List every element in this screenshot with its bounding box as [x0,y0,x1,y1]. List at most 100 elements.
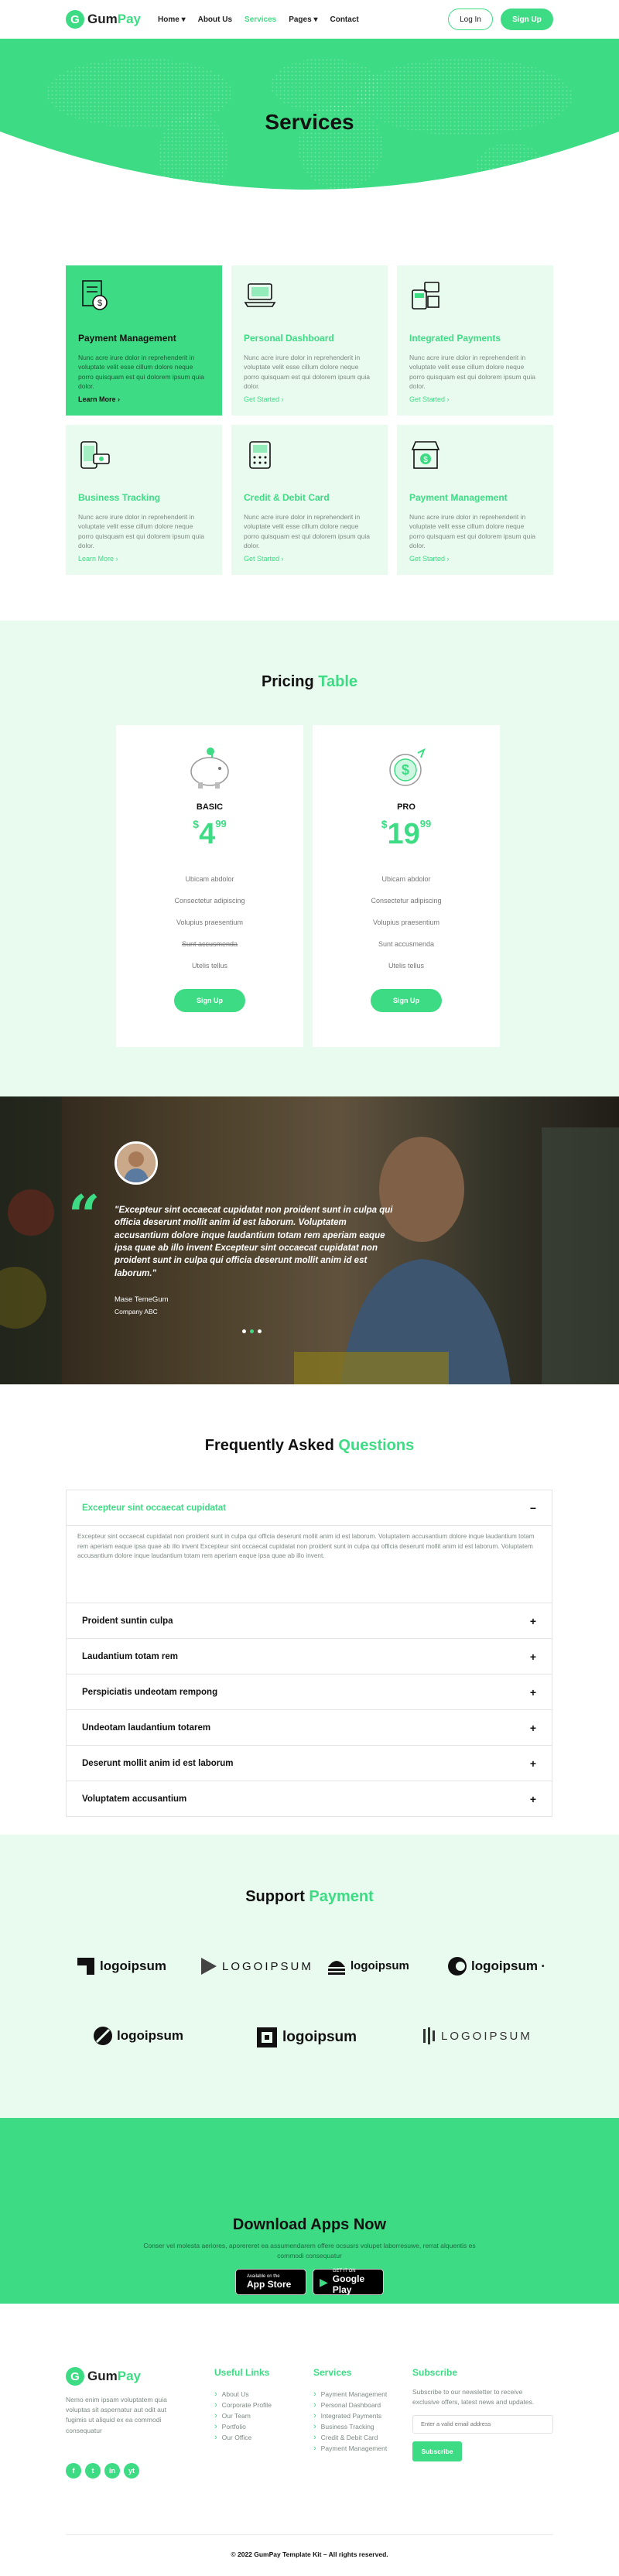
footer-link[interactable]: Corporate Profile [214,2400,272,2410]
testimonial-quote: "Excepteur sint occaecat cupidatat non p… [115,1206,393,1278]
card-terminal-icon [249,441,271,469]
plan-signup-button[interactable]: Sign Up [371,989,442,1012]
partner-logo-icon [423,2027,435,2044]
plan-feature: Ubicam abdolor [381,875,431,883]
logo-icon: G [66,2367,84,2386]
service-card[interactable]: $ Payment Management Nunc acre irure dol… [397,425,553,575]
service-title: Personal Dashboard [244,333,334,344]
partner-logo: logoipsum [76,1956,166,1976]
partner-logo: logoipsum • [447,1956,544,1976]
service-link[interactable]: Get Started › [244,555,284,563]
partner-logo-icon [448,1957,467,1976]
nav-item-about[interactable]: About Us [198,15,232,24]
chevron-right-icon: › [446,555,450,563]
service-card[interactable]: $ Payment Management Nunc acre irure dol… [66,265,222,416]
nav-item-contact[interactable]: Contact [330,15,358,24]
partner-logo: LOGOIPSUM [422,2026,532,2046]
facebook-icon[interactable]: f [66,2463,81,2479]
footer-link[interactable]: Integrated Payments [313,2410,387,2421]
piggy-bank-icon [190,747,229,789]
service-card[interactable]: Business Tracking Nunc acre irure dolor … [66,425,222,575]
service-link[interactable]: Learn More › [78,555,118,563]
footer-link[interactable]: Our Office [214,2432,272,2443]
service-card[interactable]: Personal Dashboard Nunc acre irure dolor… [231,265,388,416]
footer-link[interactable]: Our Team [214,2410,272,2421]
faq-question[interactable]: Excepteur sint occaecat cupidatat − [67,1490,552,1526]
login-button[interactable]: Log In [448,9,493,30]
footer-link[interactable]: Personal Dashboard [313,2400,387,2410]
partner-logo-icon [201,1958,217,1975]
footer-link[interactable]: Payment Management [313,2389,388,2400]
plan-signup-button[interactable]: Sign Up [174,989,245,1012]
signup-button[interactable]: Sign Up [501,9,553,30]
service-text: Nunc acre irure dolor in reprehenderit i… [78,513,205,549]
logo[interactable]: G GumPay [66,10,141,29]
faq-list: Proident suntin culpa + Laudantium totam … [66,1603,552,1817]
document-icon: $ [82,280,108,310]
twitter-icon[interactable]: t [85,2463,101,2479]
faq-answer: Excepteur sint occaecat cupidatat non pr… [77,1533,535,1560]
service-text: Nunc acre irure dolor in reprehenderit i… [78,354,205,390]
partner-logo-icon [328,1961,345,1975]
logo-text: GumPay [87,12,141,26]
partner-logo: logoipsum [255,2026,357,2049]
subscribe-button[interactable]: Subscribe [412,2441,462,2461]
faq-item[interactable]: Voluptatem accusantium + [66,1781,552,1817]
plus-icon: + [529,1614,536,1627]
faq-item[interactable]: Perspiciatis undeotam rempong + [66,1675,552,1710]
footer-divider [66,2534,553,2535]
footer-about: Nemo enim ipsam voluptatem quia voluptas… [66,2396,167,2434]
carousel-dots [242,1329,262,1333]
support-title: Support Payment [245,1888,374,1905]
service-text: Nunc acre irure dolor in reprehenderit i… [409,513,536,549]
service-text: Nunc acre irure dolor in reprehenderit i… [244,513,371,549]
carousel-dot[interactable] [258,1329,262,1333]
service-link[interactable]: Get Started › [409,555,450,563]
service-card[interactable]: Integrated Payments Nunc acre irure dolo… [397,265,553,416]
youtube-icon[interactable]: yt [124,2463,139,2479]
quote-icon: “ [68,1182,101,1248]
service-title: Payment Management [409,492,508,503]
subscribe-text: Subscribe to our newsletter to receive e… [412,2388,535,2406]
service-link[interactable]: Get Started › [409,395,450,403]
service-text: Nunc acre irure dolor in reprehenderit i… [244,354,371,390]
hero: Services [0,39,619,213]
nav-item-home[interactable]: Home ▾ [158,15,186,24]
carousel-dot[interactable] [242,1329,246,1333]
footer-link[interactable]: Portfolio [214,2421,272,2432]
social-links: f t in yt [66,2463,139,2479]
service-text: Nunc acre irure dolor in reprehenderit i… [409,354,536,390]
footer-link[interactable]: About Us [214,2389,272,2400]
footer-link[interactable]: Business Tracking [313,2421,387,2432]
nav-item-pages[interactable]: Pages ▾ [289,15,317,24]
download-section [0,2118,619,2304]
laptop-icon [244,283,276,307]
faq-item[interactable]: Undeotam laudantium totarem + [66,1710,552,1746]
service-card[interactable]: Credit & Debit Card Nunc acre irure dolo… [231,425,388,575]
chevron-down-icon: ▾ [313,15,318,24]
plan-feature: Ubicam abdolor [185,875,234,883]
footer-link[interactable]: Credit & Debit Card [313,2432,387,2443]
faq-item[interactable]: Laudantium totam rem + [66,1639,552,1675]
carousel-dot-active[interactable] [250,1329,254,1333]
footer-link[interactable]: Payment Management [313,2443,388,2454]
partner-logo: logoipsum [327,1956,409,1975]
minus-icon: − [529,1501,536,1514]
partner-logo-icon [94,2027,112,2045]
service-link[interactable]: Learn More › [78,395,120,403]
nav-item-services[interactable]: Services [245,15,276,24]
app-store-button[interactable]: Available on the App Store [235,2269,306,2295]
faq-item[interactable]: Proident suntin culpa + [66,1603,552,1639]
plan-feature: Utelis tellus [388,962,424,970]
footer-logo[interactable]: G GumPay [66,2367,141,2386]
chevron-right-icon: › [446,395,450,403]
google-play-button[interactable]: ▶ GET IT ON Google Play [313,2269,384,2295]
email-field[interactable] [412,2414,553,2434]
plus-icon: + [529,1721,536,1734]
service-link[interactable]: Get Started › [244,395,284,403]
support-section [0,1835,619,2118]
linkedin-icon[interactable]: in [104,2463,120,2479]
faq-item[interactable]: Deserunt mollit anim id est laborum + [66,1746,552,1781]
store-icon: $ [411,441,440,469]
pricing-card-pro: $ PRO $1999 Ubicam abdolor Consectetur a… [313,725,500,1047]
